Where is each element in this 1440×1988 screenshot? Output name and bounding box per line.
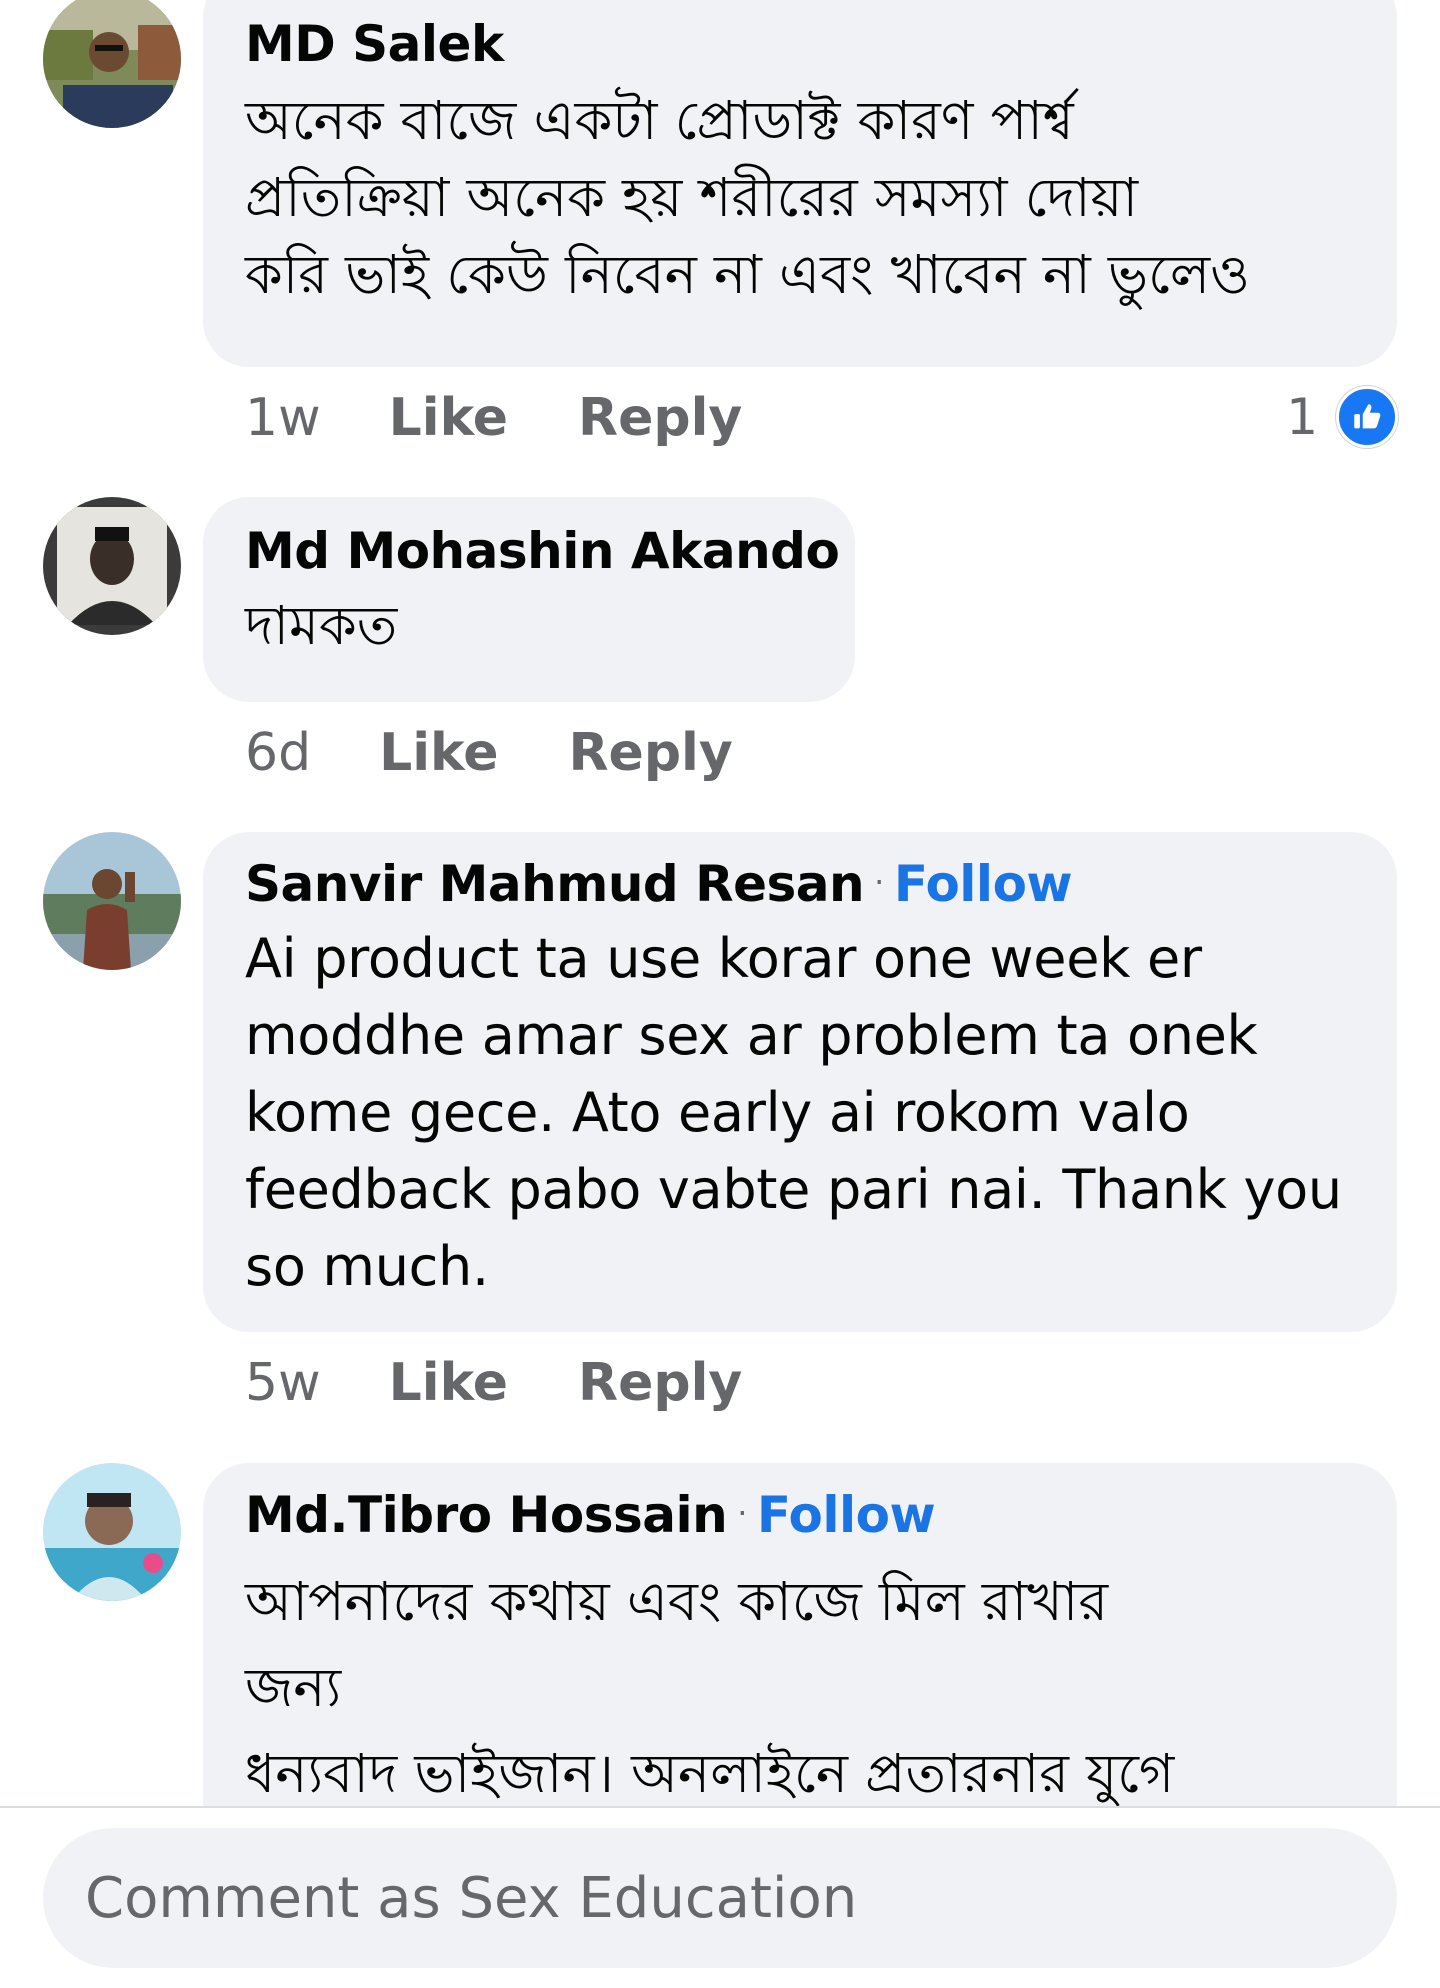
composer-divider — [0, 1806, 1440, 1808]
comment-timestamp[interactable]: 1w — [245, 388, 321, 448]
comment-text-line: অনেক বাজে একটা প্রোডাক্ট কারণ পার্শ্ব — [245, 89, 1074, 152]
reply-button[interactable]: Reply — [569, 723, 733, 783]
separator-dot: · — [737, 1494, 747, 1532]
comment-bubble: Sanvir Mahmud Resan · Follow Ai product ta… — [203, 832, 1397, 1332]
avatar[interactable] — [43, 1463, 181, 1601]
reply-button[interactable]: Reply — [578, 388, 742, 448]
comment-actions: 5w Like Reply — [245, 1353, 742, 1413]
comment-author[interactable]: Md Mohashin Akando — [245, 522, 840, 580]
comment-thread[interactable]: MD Salek অনেক বাজে একটা প্রোডাক্ট কারণ প… — [0, 0, 1440, 1806]
comment-text-line: moddhe amar sex ar problem ta onek — [245, 1004, 1258, 1067]
comment-text-line: feedback pabo vabte pari nai. Thank you — [245, 1158, 1342, 1221]
avatar[interactable] — [43, 497, 181, 635]
comment-bubble: Md.Tibro Hossain · Follow আপনাদের কথায় এব… — [203, 1463, 1397, 1806]
separator-dot: · — [874, 863, 884, 901]
composer-placeholder: Comment as Sex Education — [85, 1865, 858, 1931]
comment-text-line: Ai product ta use korar one week er — [245, 927, 1202, 990]
comment-timestamp[interactable]: 5w — [245, 1353, 321, 1413]
like-button[interactable]: Like — [389, 1353, 508, 1413]
comment-bubble: MD Salek অনেক বাজে একটা প্রোডাক্ট কারণ প… — [203, 0, 1397, 367]
comment-actions: 6d Like Reply — [245, 723, 733, 783]
comment-text-line: প্রতিক্রিয়া অনেক হয় শরীরের সমস্যা দোয়… — [245, 166, 1139, 229]
reaction-count: 1 — [1286, 388, 1318, 446]
follow-button[interactable]: Follow — [894, 855, 1073, 913]
comment-text-line: kome gece. Ato early ai rokom valo — [245, 1081, 1190, 1144]
like-button[interactable]: Like — [389, 388, 508, 448]
comment-author[interactable]: Md.Tibro Hossain — [245, 1486, 728, 1544]
comment-author[interactable]: MD Salek — [245, 15, 504, 73]
comments-screen: MD Salek অনেক বাজে একটা প্রোডাক্ট কারণ প… — [0, 0, 1440, 1988]
reaction-summary[interactable]: 1 — [1286, 386, 1398, 448]
comment-composer-input[interactable]: Comment as Sex Education — [43, 1828, 1397, 1968]
avatar-image — [43, 832, 181, 970]
avatar-image — [43, 497, 181, 635]
avatar[interactable] — [43, 0, 181, 128]
comment-text-line: দামকত — [245, 594, 398, 657]
like-thumbs-up-icon — [1336, 386, 1398, 448]
comment-text-line: আপনাদের কথায় এবং কাজে মিল রাখার — [245, 1570, 1109, 1633]
reply-button[interactable]: Reply — [578, 1353, 742, 1413]
comment-timestamp[interactable]: 6d — [245, 723, 311, 783]
comment-author[interactable]: Sanvir Mahmud Resan — [245, 855, 865, 913]
comment-actions: 1w Like Reply — [245, 388, 742, 448]
follow-button[interactable]: Follow — [757, 1486, 936, 1544]
like-button[interactable]: Like — [379, 723, 498, 783]
comment-bubble: Md Mohashin Akando দামকত — [203, 497, 855, 702]
avatar-image — [43, 1463, 181, 1601]
avatar[interactable] — [43, 832, 181, 970]
avatar-image — [43, 0, 181, 128]
comment-text-line: জন্য — [245, 1656, 342, 1719]
comment-text-line: করি ভাই কেউ নিবেন না এবং খাবেন না ভুলেও — [245, 243, 1250, 306]
comment-text-line: ধন্যবাদ ভাইজান। অনলাইনে প্রতারনার যুগে — [245, 1742, 1175, 1805]
comment-text-line: so much. — [245, 1235, 489, 1298]
